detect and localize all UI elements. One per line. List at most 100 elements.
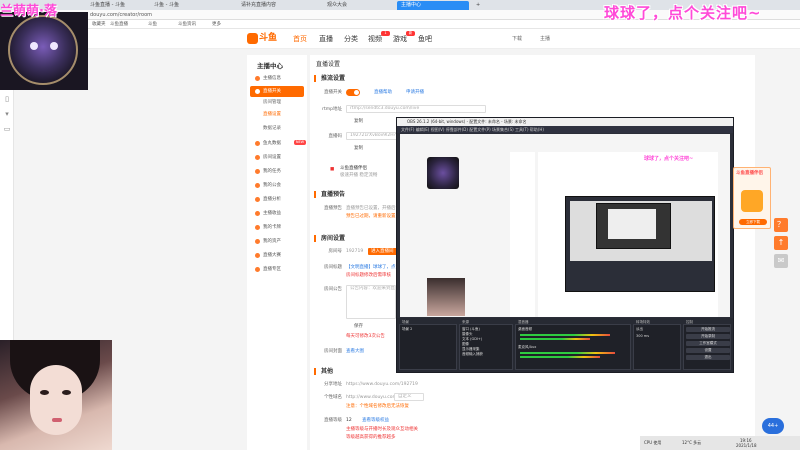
promo-title: 斗鱼直播伴侣 — [736, 171, 763, 176]
copy-code-button[interactable]: 复制 — [354, 145, 363, 152]
sidebar-sub-data-record[interactable]: 数据记录 — [263, 125, 281, 133]
tab-active[interactable]: 主播中心 — [397, 1, 469, 10]
back-to-top-button[interactable]: ↑ — [774, 236, 788, 250]
enter-room-button[interactable]: 进入直播间 — [368, 248, 397, 255]
mixer-mic-label: 麦克风/Aux — [518, 345, 537, 349]
douyu-logo[interactable]: 斗鱼 — [247, 32, 279, 46]
mixer-dock[interactable]: 混音器 桌面音频 麦克风/Aux — [515, 320, 631, 370]
room-label: 房间号 — [328, 249, 343, 254]
cart-icon[interactable]: ▾ — [3, 110, 11, 118]
cover-link[interactable]: 查看大图 — [346, 348, 364, 355]
sidebar-item-analysis[interactable]: 直播分析 — [250, 194, 304, 205]
tab-3[interactable]: 请补充直播内容 — [237, 1, 297, 10]
wallet-icon — [255, 239, 260, 244]
source-item[interactable]: 音频输入捕获 — [462, 352, 483, 357]
sidebar-item-assets[interactable]: 我的资产 — [250, 236, 304, 247]
download-link[interactable]: 下载 — [512, 35, 522, 43]
room-icon — [255, 155, 260, 160]
help-link[interactable]: 直播帮助 — [374, 89, 392, 96]
title-label: 房间标题 — [324, 265, 342, 270]
nav-video[interactable]: 视频 — [368, 34, 382, 44]
nav-yuba[interactable]: 鱼吧 — [418, 34, 432, 44]
sidebar-item-contest[interactable]: 直播大赛 — [250, 250, 304, 261]
exit-button[interactable]: 退出 — [686, 355, 730, 360]
sidebar-item-room[interactable]: 房间设置 — [250, 152, 304, 163]
sidebar-item-income[interactable]: 主播收益 — [250, 208, 304, 219]
controls-dock: 控制 开始推流 开始录制 工作室模式 设置 退出 — [683, 320, 731, 370]
transition-duration[interactable]: 300 ms — [636, 334, 649, 339]
studio-mode-button[interactable]: 工作室模式 — [686, 341, 730, 346]
level-warning: 主播等级与开播时长及观众互动相关 — [346, 427, 418, 432]
tab-2[interactable]: 斗鱼 - 斗鱼 — [150, 1, 206, 10]
obs-titlebar: OBS 26.1.2 (64-bit, windows) - 配置文件: 未命名… — [397, 118, 733, 126]
scenes-dock[interactable]: 场景 场景 2 — [399, 320, 457, 370]
preview-label: 直播预告 — [324, 206, 342, 211]
bookmark-4[interactable]: 斗鱼资讯 — [178, 21, 196, 28]
webcam-face — [30, 365, 82, 435]
bookmark-2[interactable]: 斗鱼直播 — [110, 21, 128, 28]
webcam-lips — [52, 418, 62, 422]
room-number: 192719 — [346, 249, 364, 254]
user-menu[interactable]: 主播 — [540, 35, 550, 43]
nav-game[interactable]: 游戏 — [393, 34, 407, 44]
nav-category[interactable]: 分类 — [344, 34, 358, 44]
gamepad-icon[interactable]: 44+ — [762, 418, 784, 434]
section-other: 其他 — [314, 368, 333, 375]
avatar-eye-left — [30, 42, 38, 50]
domain-prefix: http://www.douyu.com/ — [346, 395, 399, 400]
sources-dock[interactable]: 来源 窗口 (斗鱼) 摄像头 文本 (GDI+) 图像 显示器采集 音频输入捕获 — [459, 320, 513, 370]
feedback-icon[interactable]: ✉ — [774, 254, 788, 268]
live-toggle[interactable] — [346, 89, 360, 96]
help-button[interactable]: ？ — [774, 218, 788, 232]
game-badge: 新 — [406, 31, 415, 36]
chart-icon — [255, 197, 260, 202]
folder-icon[interactable]: ▭ — [3, 125, 11, 133]
nested-window-inner — [608, 209, 656, 239]
notice-textarea[interactable]: 公告内容：欢迎来到直播间 — [346, 285, 396, 319]
nav-live[interactable]: 直播 — [319, 34, 333, 44]
sidebar-item-fishball[interactable]: 鱼丸数据 NEW — [250, 138, 306, 149]
bookmark-3[interactable]: 斗鱼 — [148, 21, 157, 28]
scenes-header: 场景 — [402, 320, 409, 324]
promo-download-button[interactable]: 立即下载 — [739, 219, 767, 225]
sidebar-item-task[interactable]: 我的任务 — [250, 166, 304, 177]
bookmark-1[interactable]: 收藏夹 — [92, 21, 106, 28]
sidebar-item-live-switch[interactable]: 直播开关 — [250, 86, 304, 97]
guild-icon — [255, 183, 260, 188]
scene-item[interactable]: 场景 2 — [402, 327, 412, 332]
section-room: 房间设置 — [314, 235, 345, 242]
rtmp-field[interactable]: rtmp://sendtc3.douyu.com/live — [346, 105, 486, 113]
switch-label: 直播开关 — [324, 90, 342, 95]
nav-home[interactable]: 首页 — [293, 34, 307, 44]
promo-card[interactable]: 斗鱼直播伴侣 立即下载 — [733, 167, 771, 229]
sidebar-sub-room-manage[interactable]: 房间管理 — [263, 99, 281, 107]
sidebar-item-guild[interactable]: 我的公会 — [250, 180, 304, 191]
preview-sidebar — [510, 152, 535, 317]
tab-4[interactable]: 观众大会 — [323, 1, 383, 10]
creator-sidebar: 主播中心 主播信息 直播开关 房间管理 直播设置 数据记录 鱼丸数据 NEW 房间… — [247, 55, 307, 450]
sidebar-sub-live-settings[interactable]: 直播设置 — [263, 111, 281, 119]
domain-input[interactable]: 自定义 — [394, 393, 424, 401]
notice-save-button[interactable]: 保存 — [354, 323, 363, 330]
start-streaming-button[interactable]: 开始推流 — [686, 327, 730, 332]
start-recording-button[interactable]: 开始录制 — [686, 334, 730, 339]
tab-1[interactable]: 斗鱼直播 - 斗鱼 — [86, 1, 148, 10]
obs-menubar[interactable]: 文件(F) 编辑(E) 视图(V) 停靠部件(D) 配置文件(P) 场景集合(S… — [397, 126, 733, 133]
transitions-dock[interactable]: 转场特效 淡出 300 ms — [633, 320, 681, 370]
level-link[interactable]: 查看等级权益 — [362, 417, 389, 424]
sidebar-item-zone[interactable]: 直播专区 — [250, 264, 304, 275]
sidebar-item-info[interactable]: 主播信息 — [250, 73, 304, 84]
new-tab-icon[interactable]: + — [472, 1, 480, 10]
mixer-desktop-label: 桌面音频 — [518, 327, 532, 331]
bookmark-5[interactable]: 更多 — [212, 21, 221, 28]
obs-window[interactable]: OBS 26.1.2 (64-bit, windows) - 配置文件: 未命名… — [396, 117, 734, 373]
level-warning-2: 等级越高获得的推荐越多 — [346, 435, 396, 440]
settings-button[interactable]: 设置 — [686, 348, 730, 353]
transition-value[interactable]: 淡出 — [636, 327, 643, 332]
copy-rtmp-button[interactable]: 复制 — [354, 118, 363, 125]
webcam-eye-right — [62, 390, 71, 395]
rtmp-label: rtmp地址 — [322, 107, 342, 112]
bookmark-icon[interactable]: ▯ — [3, 95, 11, 103]
sidebar-item-cards[interactable]: 我的卡牌 — [250, 222, 304, 233]
apply-link[interactable]: 申请开播 — [406, 89, 424, 96]
